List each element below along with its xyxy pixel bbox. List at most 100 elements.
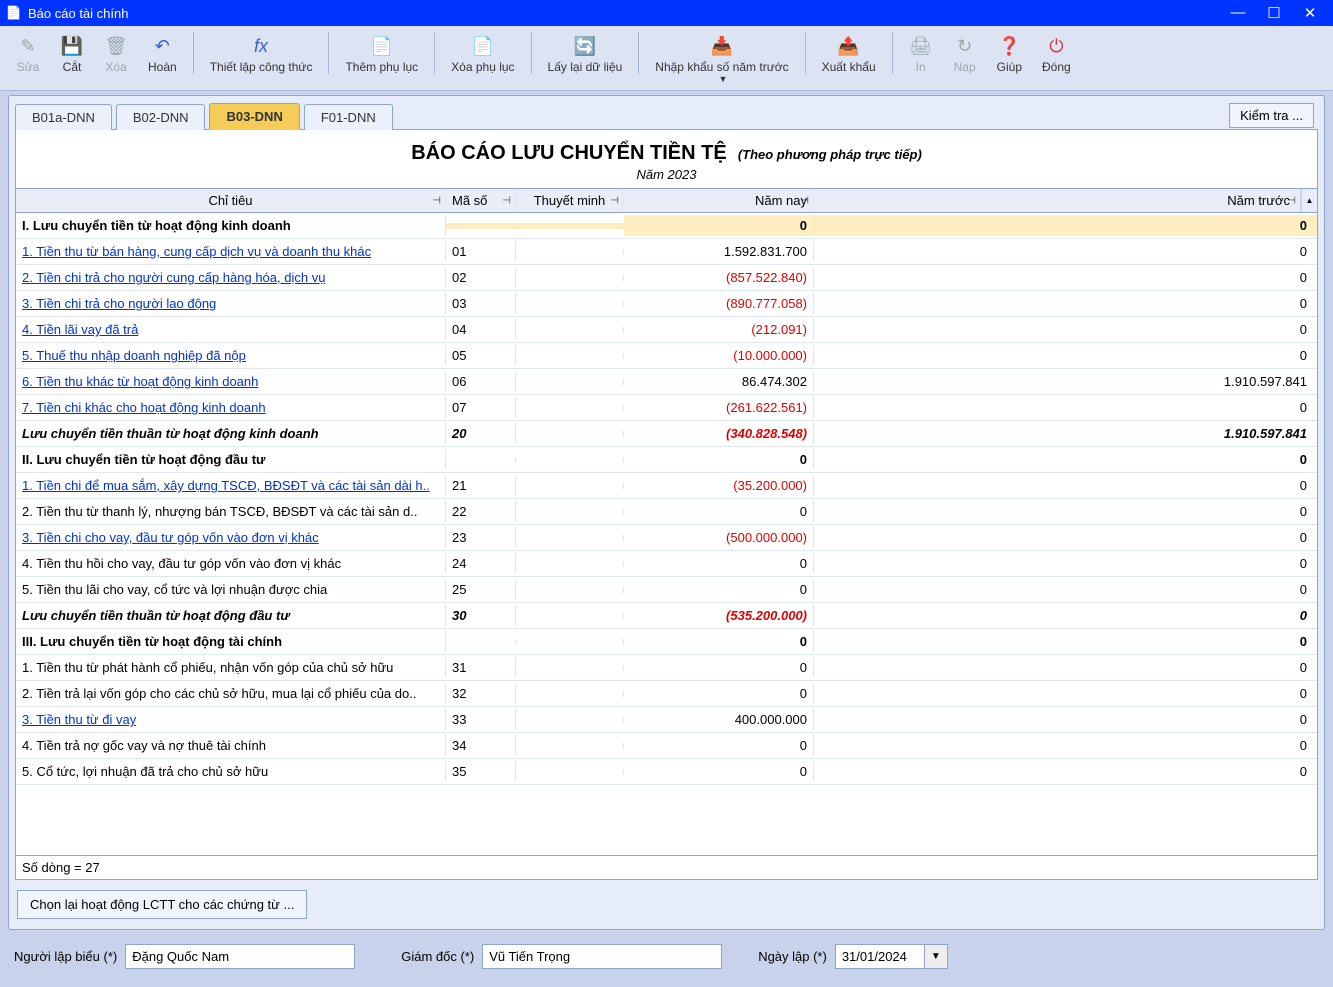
table-row[interactable]: 2. Tiền chi trả cho người cung cấp hàng … bbox=[16, 265, 1317, 291]
pin-icon[interactable]: ⊣ bbox=[800, 195, 809, 206]
chevron-down-icon[interactable]: ▼ bbox=[718, 74, 727, 84]
maximize-button[interactable]: ☐ bbox=[1263, 4, 1285, 22]
table-row[interactable]: 1. Tiền chi để mua sắm, xây dựng TSCĐ, B… bbox=[16, 473, 1317, 499]
tab-b03[interactable]: B03-DNN bbox=[209, 103, 299, 130]
toolbar: ✎Sửa 💾Cắt 🗑Xóa ↶Hoàn fxThiết lập công th… bbox=[0, 26, 1333, 91]
row-link[interactable]: 7. Tiền chi khác cho hoạt động kinh doan… bbox=[22, 400, 266, 415]
table-row[interactable]: 4. Tiền lãi vay đã trả04(212.091)0 bbox=[16, 317, 1317, 343]
reload-button[interactable]: ↻Nạp bbox=[945, 32, 985, 76]
col-chitieu[interactable]: Chỉ tiêu⊣ bbox=[16, 189, 446, 212]
director-input[interactable] bbox=[482, 944, 722, 969]
export-button[interactable]: 📤Xuất khẩu bbox=[814, 32, 884, 76]
excel-export-icon: 📤 bbox=[837, 34, 861, 58]
col-thuyetminh[interactable]: Thuyết minh⊣ bbox=[516, 189, 624, 212]
row-link[interactable]: 6. Tiền thu khác từ hoạt động kinh doanh bbox=[22, 374, 258, 389]
row-link[interactable]: 4. Tiền lãi vay đã trả bbox=[22, 322, 138, 337]
cut-button[interactable]: 💾Cắt bbox=[52, 32, 92, 76]
add-appendix-button[interactable]: 📄Thêm phụ lục bbox=[337, 32, 426, 76]
table-row[interactable]: 5. Thuế thu nhập doanh nghiệp đã nộp05(1… bbox=[16, 343, 1317, 369]
date-picker[interactable]: ▼ bbox=[835, 944, 948, 969]
close-window-button[interactable]: ⏻Đóng bbox=[1034, 32, 1079, 76]
tab-b02[interactable]: B02-DNN bbox=[116, 104, 206, 130]
col-maso[interactable]: Mã số⊣ bbox=[446, 189, 516, 212]
row-link[interactable]: 1. Tiền chi để mua sắm, xây dựng TSCĐ, B… bbox=[22, 478, 430, 493]
table-row[interactable]: I. Lưu chuyển tiền từ hoạt động kinh doa… bbox=[16, 213, 1317, 239]
table-row[interactable]: 7. Tiền chi khác cho hoạt động kinh doan… bbox=[16, 395, 1317, 421]
table-row[interactable]: 4. Tiền thu hồi cho vay, đầu tư góp vốn … bbox=[16, 551, 1317, 577]
pin-icon[interactable]: ⊣ bbox=[432, 195, 441, 206]
power-icon: ⏻ bbox=[1044, 34, 1068, 58]
undo-button[interactable]: ↶Hoàn bbox=[140, 32, 185, 76]
table-row[interactable]: 3. Tiền chi cho vay, đầu tư góp vốn vào … bbox=[16, 525, 1317, 551]
minimize-button[interactable]: — bbox=[1227, 4, 1249, 22]
del-appendix-button[interactable]: 📄Xóa phụ lục bbox=[443, 32, 522, 76]
table-row[interactable]: II. Lưu chuyển tiền từ hoạt động đầu tư0… bbox=[16, 447, 1317, 473]
save-icon: 💾 bbox=[60, 34, 84, 58]
table-row[interactable]: 1. Tiền thu từ phát hành cổ phiếu, nhận … bbox=[16, 655, 1317, 681]
edit-button[interactable]: ✎Sửa bbox=[8, 32, 48, 76]
formula-button[interactable]: fxThiết lập công thức bbox=[202, 32, 321, 76]
reselect-activity-button[interactable]: Chọn lại hoạt động LCTT cho các chứng từ… bbox=[17, 890, 307, 919]
table-row[interactable]: 5. Tiền thu lãi cho vay, cổ tức và lợi n… bbox=[16, 577, 1317, 603]
pin-icon[interactable]: ⊣ bbox=[1287, 195, 1296, 206]
excel-import-icon: 📥 bbox=[710, 34, 734, 58]
table-row[interactable]: 4. Tiền trả nợ gốc vay và nợ thuê tài ch… bbox=[16, 733, 1317, 759]
row-link[interactable]: 1. Tiền thu từ bán hàng, cung cấp dịch v… bbox=[22, 244, 371, 259]
undo-icon: ↶ bbox=[150, 34, 174, 58]
pencil-icon: ✎ bbox=[16, 34, 40, 58]
table-row[interactable]: Lưu chuyển tiền thuần từ hoạt động kinh … bbox=[16, 421, 1317, 447]
preparer-input[interactable] bbox=[125, 944, 355, 969]
table-row[interactable]: III. Lưu chuyển tiền từ hoạt động tài ch… bbox=[16, 629, 1317, 655]
table-row[interactable]: 5. Cổ tức, lợi nhuận đã trả cho chủ sở h… bbox=[16, 759, 1317, 785]
tab-row: B01a-DNN B02-DNN B03-DNN F01-DNN Kiểm tr… bbox=[9, 96, 1324, 129]
pin-icon[interactable]: ⊣ bbox=[610, 195, 619, 206]
report-subtitle: (Theo phương pháp trực tiếp) bbox=[738, 147, 922, 162]
row-link[interactable]: 5. Thuế thu nhập doanh nghiệp đã nộp bbox=[22, 348, 246, 363]
table-row[interactable]: 2. Tiền thu từ thanh lý, nhượng bán TSCĐ… bbox=[16, 499, 1317, 525]
check-button[interactable]: Kiểm tra ... bbox=[1229, 103, 1314, 128]
table-row[interactable]: 1. Tiền thu từ bán hàng, cung cấp dịch v… bbox=[16, 239, 1317, 265]
separator bbox=[328, 32, 329, 74]
col-namtruoc[interactable]: Năm trước⊣ bbox=[814, 189, 1301, 212]
titlebar: 📄 Báo cáo tài chính — ☐ ✕ bbox=[0, 0, 1333, 26]
separator bbox=[892, 32, 893, 74]
refresh-button[interactable]: 🔄Lấy lại dữ liệu bbox=[540, 32, 631, 76]
bottom-bar: Người lập biểu (*) Giám đốc (*) Ngày lập… bbox=[0, 934, 1333, 987]
table-row[interactable]: 2. Tiền trả lại vốn góp cho các chủ sở h… bbox=[16, 681, 1317, 707]
col-namnay[interactable]: Năm nay⊣ bbox=[624, 189, 814, 212]
print-button[interactable]: 🖨In bbox=[901, 32, 941, 76]
row-link[interactable]: 2. Tiền chi trả cho người cung cấp hàng … bbox=[22, 270, 325, 285]
report-year: Năm 2023 bbox=[16, 165, 1317, 188]
table-row[interactable]: Lưu chuyển tiền thuần từ hoạt động đầu t… bbox=[16, 603, 1317, 629]
tab-f01[interactable]: F01-DNN bbox=[304, 104, 393, 130]
table-row[interactable]: 6. Tiền thu khác từ hoạt động kinh doanh… bbox=[16, 369, 1317, 395]
table-row[interactable]: 3. Tiền thu từ đi vay33400.000.0000 bbox=[16, 707, 1317, 733]
data-grid: Chỉ tiêu⊣ Mã số⊣ Thuyết minh⊣ Năm nay⊣ N… bbox=[16, 188, 1317, 879]
delete-icon: 🗑 bbox=[104, 34, 128, 58]
row-link[interactable]: 3. Tiền chi cho vay, đầu tư góp vốn vào … bbox=[22, 530, 319, 545]
delete-button[interactable]: 🗑Xóa bbox=[96, 32, 136, 76]
pin-icon[interactable]: ⊣ bbox=[502, 195, 511, 206]
app-icon: 📄 bbox=[6, 5, 22, 21]
window-title: Báo cáo tài chính bbox=[28, 6, 1227, 21]
grid-footer: Số dòng = 27 bbox=[16, 855, 1317, 879]
row-link[interactable]: 3. Tiền chi trả cho người lao động bbox=[22, 296, 216, 311]
doc-add-icon: 📄 bbox=[370, 34, 394, 58]
help-button[interactable]: ❓Giúp bbox=[989, 32, 1030, 76]
date-label: Ngày lập (*) bbox=[758, 949, 827, 964]
reload-icon: ↻ bbox=[953, 34, 977, 58]
tab-b01a[interactable]: B01a-DNN bbox=[15, 104, 112, 130]
button-row: Chọn lại hoạt động LCTT cho các chứng từ… bbox=[9, 884, 1324, 925]
content-panel: B01a-DNN B02-DNN B03-DNN F01-DNN Kiểm tr… bbox=[8, 95, 1325, 930]
printer-icon: 🖨 bbox=[909, 34, 933, 58]
grid-body[interactable]: I. Lưu chuyển tiền từ hoạt động kinh doa… bbox=[16, 213, 1317, 855]
fx-icon: fx bbox=[249, 34, 273, 58]
scroll-up-button[interactable]: ▲ bbox=[1301, 189, 1317, 212]
chevron-down-icon[interactable]: ▼ bbox=[925, 944, 948, 969]
preparer-label: Người lập biểu (*) bbox=[14, 949, 117, 964]
import-prev-button[interactable]: 📥Nhập khẩu số năm trước▼ bbox=[647, 32, 796, 86]
close-button[interactable]: ✕ bbox=[1299, 4, 1321, 22]
date-input[interactable] bbox=[835, 944, 925, 969]
table-row[interactable]: 3. Tiền chi trả cho người lao động03(890… bbox=[16, 291, 1317, 317]
row-link[interactable]: 3. Tiền thu từ đi vay bbox=[22, 712, 136, 727]
